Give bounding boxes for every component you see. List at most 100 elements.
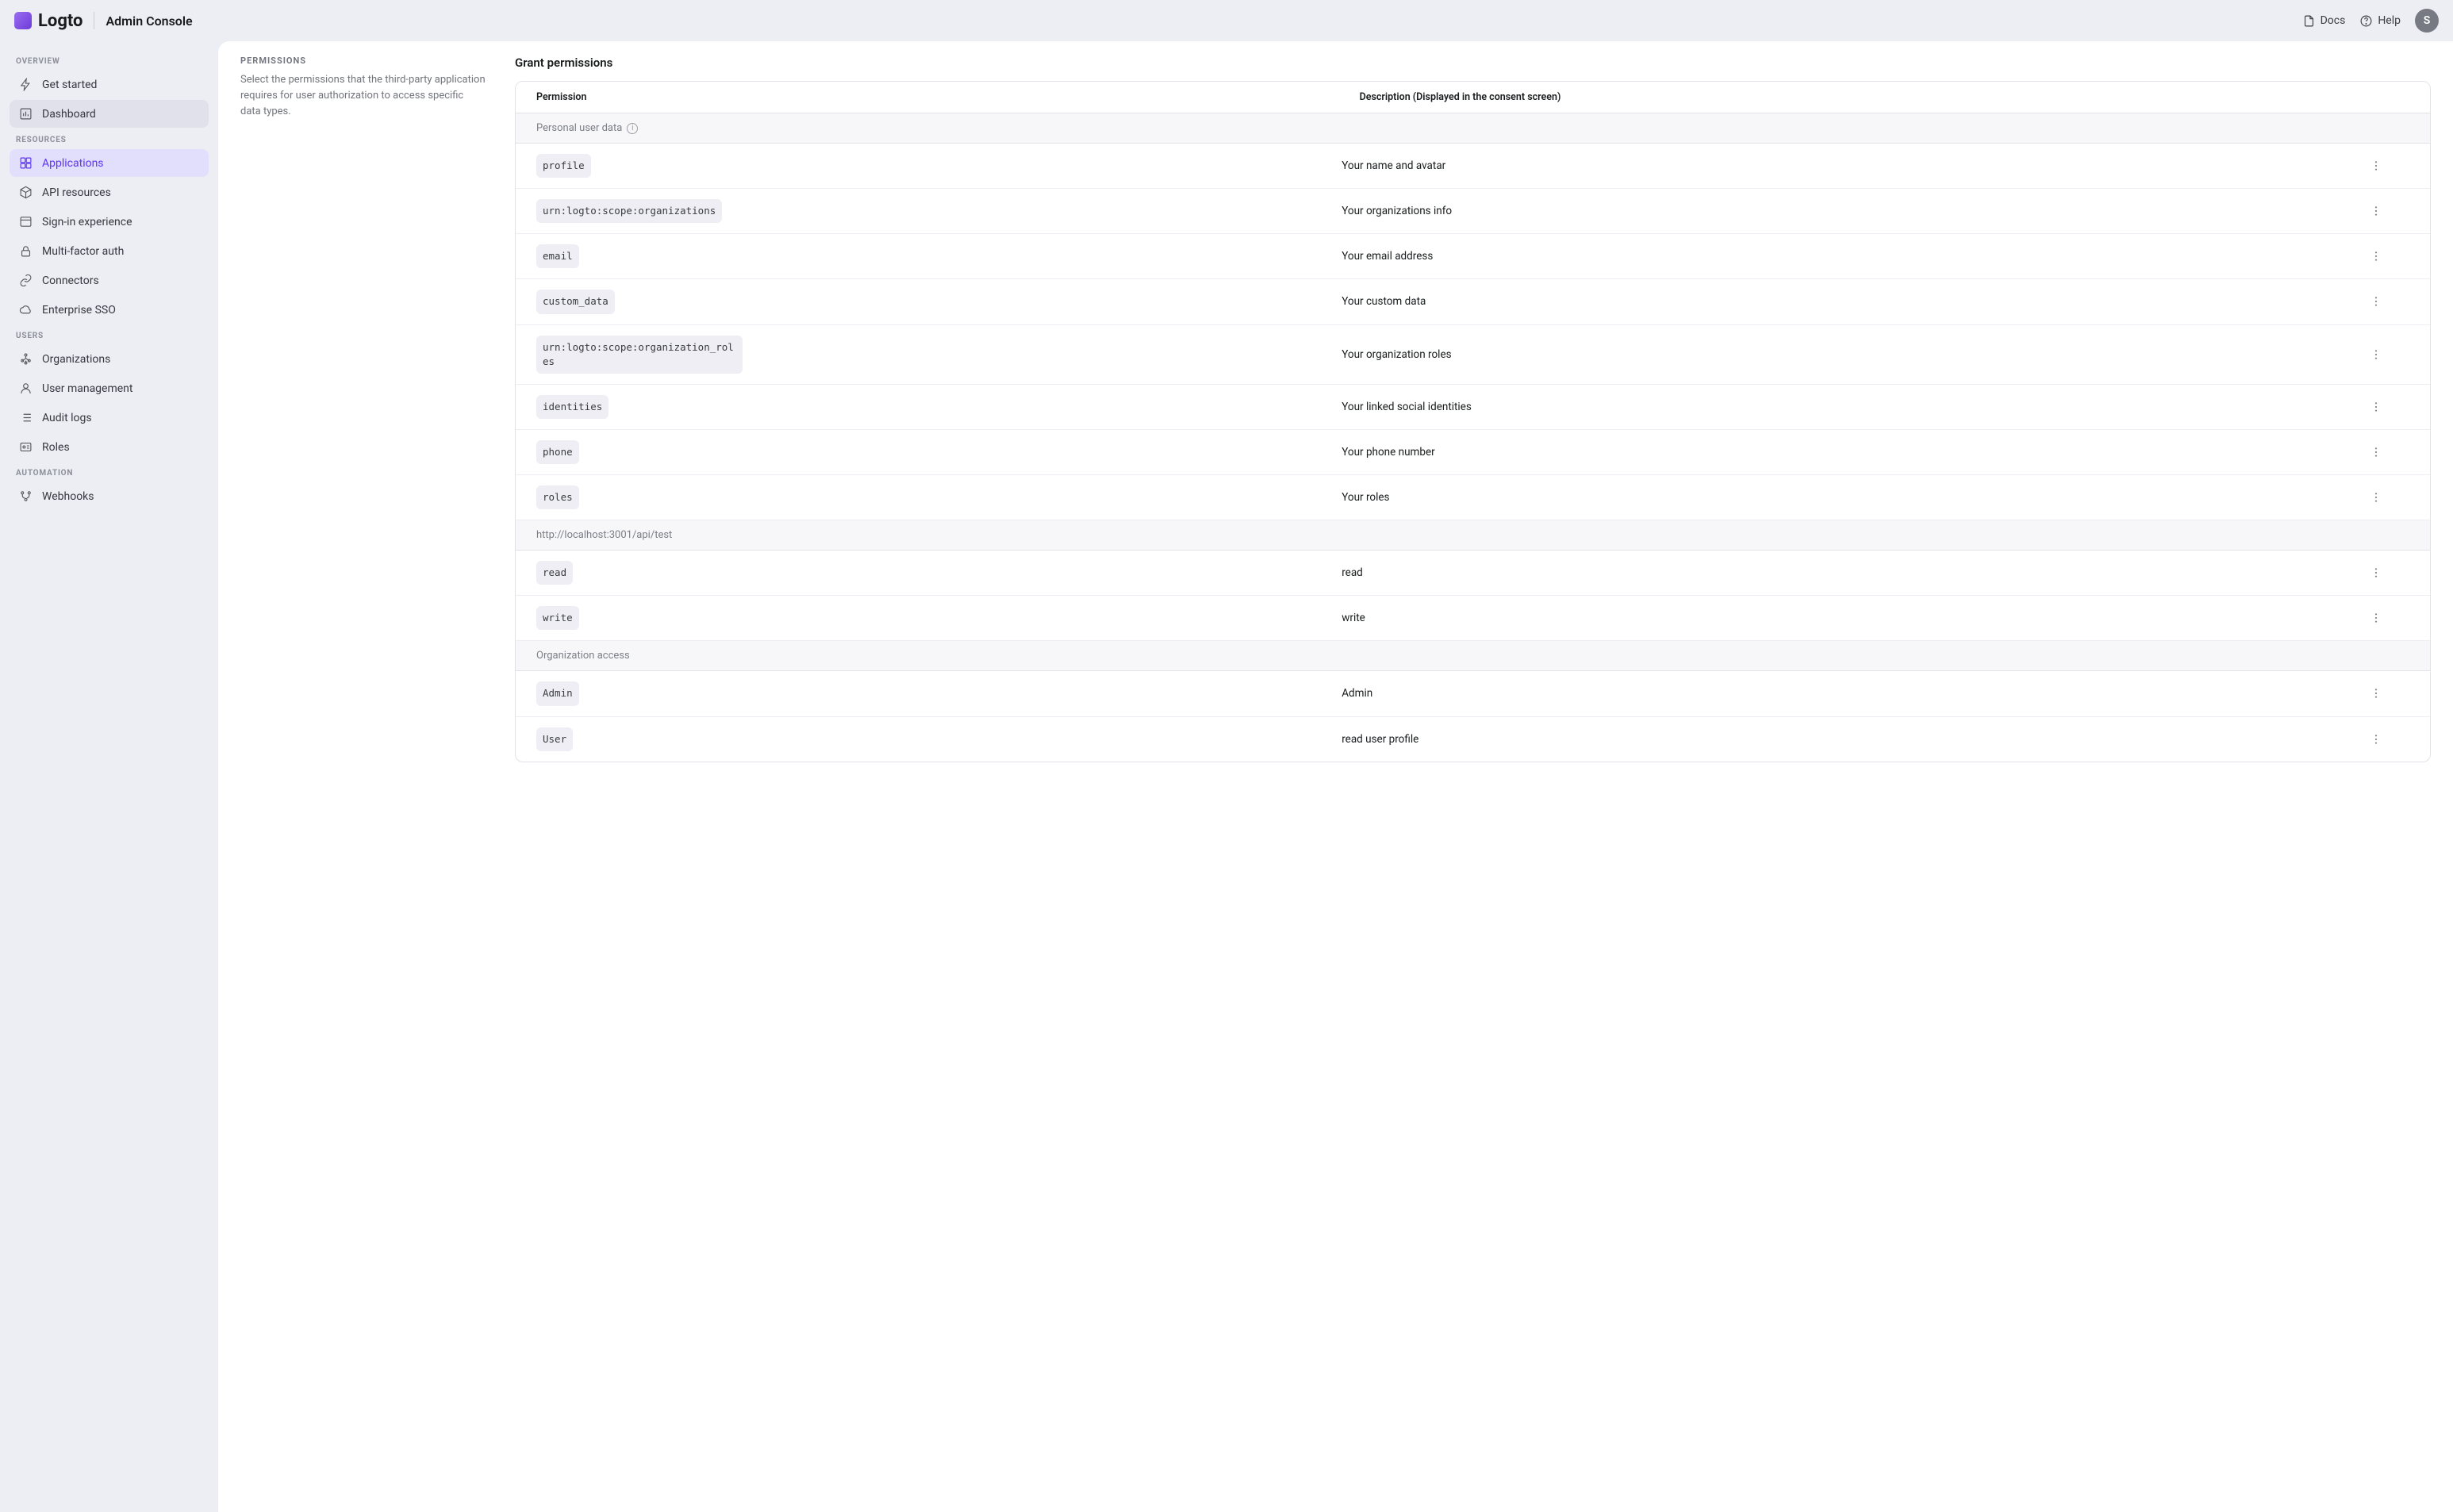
chart-icon <box>19 107 33 121</box>
topbar-right: Docs Help S <box>2302 9 2439 33</box>
permission-actions-cell <box>2365 486 2409 508</box>
sidebar-item-label: Webhooks <box>42 490 94 503</box>
topbar-left: Logto Admin Console <box>14 11 193 31</box>
help-icon <box>2359 14 2373 28</box>
col-header-description: Description (Displayed in the consent sc… <box>1339 82 2386 113</box>
sidebar-item-applications[interactable]: Applications <box>10 149 209 177</box>
more-button[interactable] <box>2365 562 2387 584</box>
sidebar-section-label: Automation <box>10 462 209 482</box>
more-button[interactable] <box>2365 290 2387 313</box>
permission-scope-chip: write <box>536 606 579 630</box>
sidebar-item-api-resources[interactable]: API resources <box>10 178 209 206</box>
sidebar-item-audit-logs[interactable]: Audit logs <box>10 404 209 432</box>
permission-group-header: http://localhost:3001/api/test <box>516 520 2430 551</box>
sidebar-item-label: Connectors <box>42 274 99 287</box>
sidebar-section-label: Resources <box>10 129 209 149</box>
permission-description-cell: Your email address <box>1342 250 2365 263</box>
avatar[interactable]: S <box>2415 9 2439 33</box>
sidebar: OverviewGet started Dashboard ResourcesApp… <box>0 41 218 1512</box>
more-button[interactable] <box>2365 200 2387 222</box>
sidebar-item-webhooks[interactable]: Webhooks <box>10 482 209 510</box>
more-vertical-icon <box>2370 491 2382 504</box>
sidebar-item-enterprise-sso[interactable]: Enterprise SSO <box>10 296 209 324</box>
grid-icon <box>19 156 33 170</box>
more-button[interactable] <box>2365 155 2387 177</box>
sidebar-item-multi-factor-auth[interactable]: Multi-factor auth <box>10 237 209 265</box>
sidebar-item-get-started[interactable]: Get started <box>10 71 209 98</box>
sidebar-item-sign-in-experience[interactable]: Sign-in experience <box>10 208 209 236</box>
sidebar-section-label: Overview <box>10 51 209 71</box>
more-button[interactable] <box>2365 607 2387 629</box>
permission-group-label: http://localhost:3001/api/test <box>536 529 672 541</box>
more-vertical-icon <box>2370 159 2382 172</box>
permission-row: custom_data Your custom data <box>516 279 2430 324</box>
more-button[interactable] <box>2365 245 2387 267</box>
permission-scope-cell: phone <box>536 440 1342 464</box>
sidebar-item-label: Audit logs <box>42 412 92 424</box>
sidebar-item-label: Dashboard <box>42 108 96 121</box>
more-vertical-icon <box>2370 295 2382 308</box>
help-link[interactable]: Help <box>2359 14 2401 28</box>
permission-description-cell: Your phone number <box>1342 446 2365 459</box>
grant-permissions-title: Grant permissions <box>515 56 2431 70</box>
permission-scope-chip: roles <box>536 485 579 509</box>
permission-scope-cell: Admin <box>536 681 1342 705</box>
sidebar-item-user-management[interactable]: User management <box>10 374 209 402</box>
sidebar-item-roles[interactable]: Roles <box>10 433 209 461</box>
permission-group-header: Organization access <box>516 641 2430 671</box>
brand-name: Logto <box>38 11 83 31</box>
sidebar-item-label: Sign-in experience <box>42 216 132 228</box>
permission-scope-cell: roles <box>536 485 1342 509</box>
main-content: Permissions Select the permissions that … <box>218 41 2453 1512</box>
lock-icon <box>19 244 33 258</box>
permissions-table: Permission Description (Displayed in the… <box>515 81 2431 762</box>
more-button[interactable] <box>2365 441 2387 463</box>
permission-scope-cell: profile <box>536 154 1342 178</box>
hook-icon <box>19 489 33 503</box>
col-header-permission: Permission <box>516 82 1339 113</box>
user-icon <box>19 382 33 395</box>
sidebar-item-connectors[interactable]: Connectors <box>10 267 209 294</box>
doc-icon <box>2302 14 2316 28</box>
more-vertical-icon <box>2370 566 2382 579</box>
permission-scope-cell: User <box>536 727 1342 751</box>
docs-link[interactable]: Docs <box>2302 14 2346 28</box>
permission-description-cell: Your name and avatar <box>1342 159 2365 172</box>
more-button[interactable] <box>2365 343 2387 366</box>
more-button[interactable] <box>2365 396 2387 418</box>
more-button[interactable] <box>2365 728 2387 750</box>
sidebar-item-dashboard[interactable]: Dashboard <box>10 100 209 128</box>
sidebar-item-label: API resources <box>42 186 111 199</box>
permission-actions-cell <box>2365 155 2409 177</box>
list-icon <box>19 411 33 424</box>
window-icon <box>19 215 33 228</box>
sidebar-item-organizations[interactable]: Organizations <box>10 345 209 373</box>
permission-actions-cell <box>2365 245 2409 267</box>
more-button[interactable] <box>2365 486 2387 508</box>
more-vertical-icon <box>2370 612 2382 624</box>
permission-actions-cell <box>2365 396 2409 418</box>
permission-scope-chip: email <box>536 244 579 268</box>
permission-scope-chip: identities <box>536 395 608 419</box>
permission-scope-chip: custom_data <box>536 290 615 313</box>
permissions-table-header: Permission Description (Displayed in the… <box>516 82 2430 113</box>
permission-actions-cell <box>2365 682 2409 704</box>
permission-description-cell: Your organization roles <box>1342 348 2365 361</box>
permission-description-cell: Your linked social identities <box>1342 401 2365 413</box>
grant-permissions-panel: Grant permissions Permission Description… <box>515 56 2431 1498</box>
info-icon[interactable]: i <box>627 123 638 134</box>
avatar-initial: S <box>2424 14 2431 27</box>
more-button[interactable] <box>2365 682 2387 704</box>
permission-scope-cell: urn:logto:scope:organization_roles <box>536 336 1342 374</box>
permission-scope-cell: write <box>536 606 1342 630</box>
sidebar-item-label: Roles <box>42 441 70 454</box>
permission-actions-cell <box>2365 728 2409 750</box>
sidebar-item-label: Multi-factor auth <box>42 245 124 258</box>
permission-group-label: Personal user data <box>536 122 622 134</box>
permission-row: roles Your roles <box>516 475 2430 520</box>
permission-row: urn:logto:scope:organizations Your organ… <box>516 189 2430 234</box>
sidebar-section-label: Users <box>10 325 209 345</box>
brand-logo[interactable]: Logto <box>14 11 83 31</box>
more-vertical-icon <box>2370 733 2382 746</box>
permission-group-header: Personal user data i <box>516 113 2430 144</box>
